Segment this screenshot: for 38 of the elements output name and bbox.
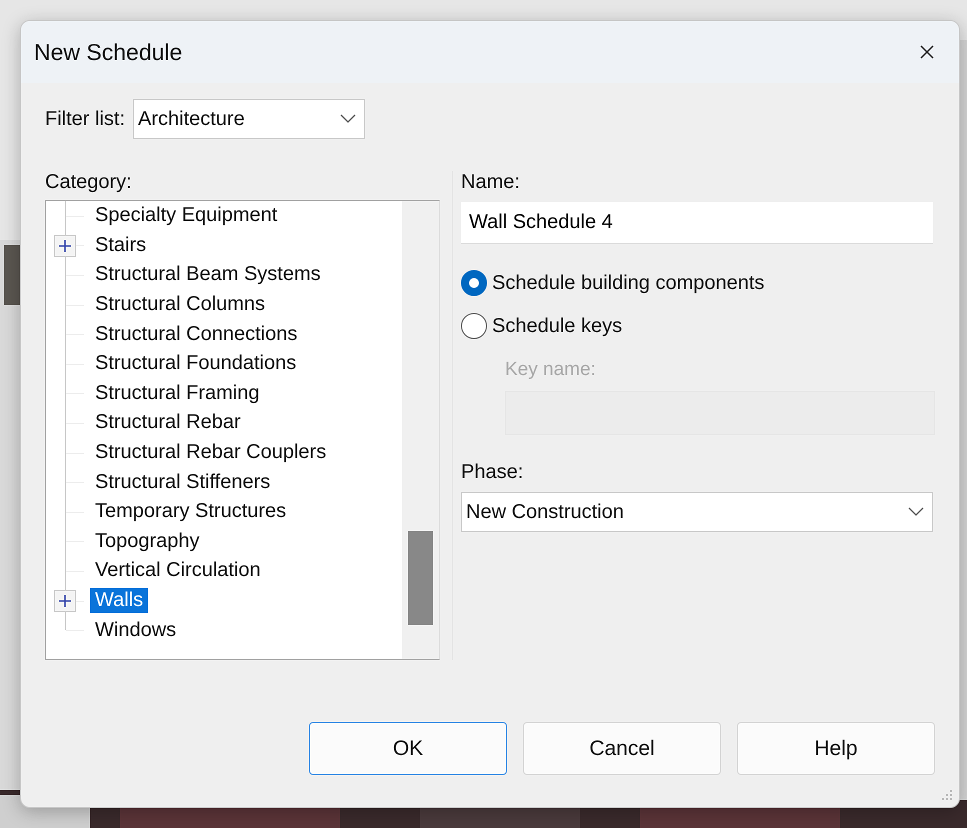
- expand-icon[interactable]: [54, 590, 76, 612]
- category-item[interactable]: Structural Foundations: [90, 351, 302, 376]
- radio-button[interactable]: [461, 270, 487, 296]
- category-item[interactable]: Structural Rebar: [90, 410, 246, 436]
- expand-icon[interactable]: [54, 234, 76, 257]
- name-label: Name:: [461, 171, 521, 194]
- resize-grip-icon[interactable]: [941, 789, 953, 801]
- key-name-label: Key name:: [505, 359, 597, 381]
- category-item[interactable]: Stairs: [90, 232, 152, 258]
- radio-button[interactable]: [461, 313, 487, 339]
- category-item[interactable]: Topography: [90, 528, 205, 554]
- chevron-down-icon: [908, 507, 924, 517]
- close-icon[interactable]: [919, 44, 935, 60]
- category-item[interactable]: Structural Framing: [90, 380, 264, 406]
- phase-dropdown[interactable]: New Construction: [461, 492, 933, 532]
- filter-label: Filter list:: [45, 108, 125, 130]
- dialog-button[interactable]: Cancel: [523, 722, 721, 775]
- category-item[interactable]: Structural Stiffeners: [90, 470, 276, 495]
- phase-label: Phase:: [461, 461, 524, 484]
- scrollbar-thumb[interactable]: [408, 531, 433, 625]
- category-item[interactable]: Specialty Equipment: [90, 203, 282, 228]
- category-item[interactable]: Walls: [90, 588, 148, 614]
- chevron-down-icon: [340, 114, 356, 124]
- category-label: Category:: [45, 171, 133, 194]
- radio-label[interactable]: Schedule building components: [492, 272, 764, 294]
- category-item[interactable]: Structural Columns: [90, 292, 270, 318]
- category-item[interactable]: Temporary Structures: [90, 499, 292, 524]
- category-item[interactable]: Structural Rebar Couplers: [90, 440, 332, 466]
- category-item[interactable]: Structural Beam Systems: [90, 262, 326, 288]
- filter-dropdown[interactable]: Architecture: [133, 99, 365, 139]
- category-item[interactable]: Structural Connections: [90, 322, 302, 347]
- radio-label[interactable]: Schedule keys: [492, 314, 622, 338]
- category-item[interactable]: Vertical Circulation: [90, 558, 266, 584]
- name-field[interactable]: Wall Schedule 4: [461, 202, 933, 244]
- window-title: New Schedule: [34, 38, 182, 66]
- dialog-button[interactable]: OK: [309, 722, 507, 775]
- dialog-button[interactable]: Help: [737, 722, 935, 775]
- category-item[interactable]: Windows: [90, 618, 182, 643]
